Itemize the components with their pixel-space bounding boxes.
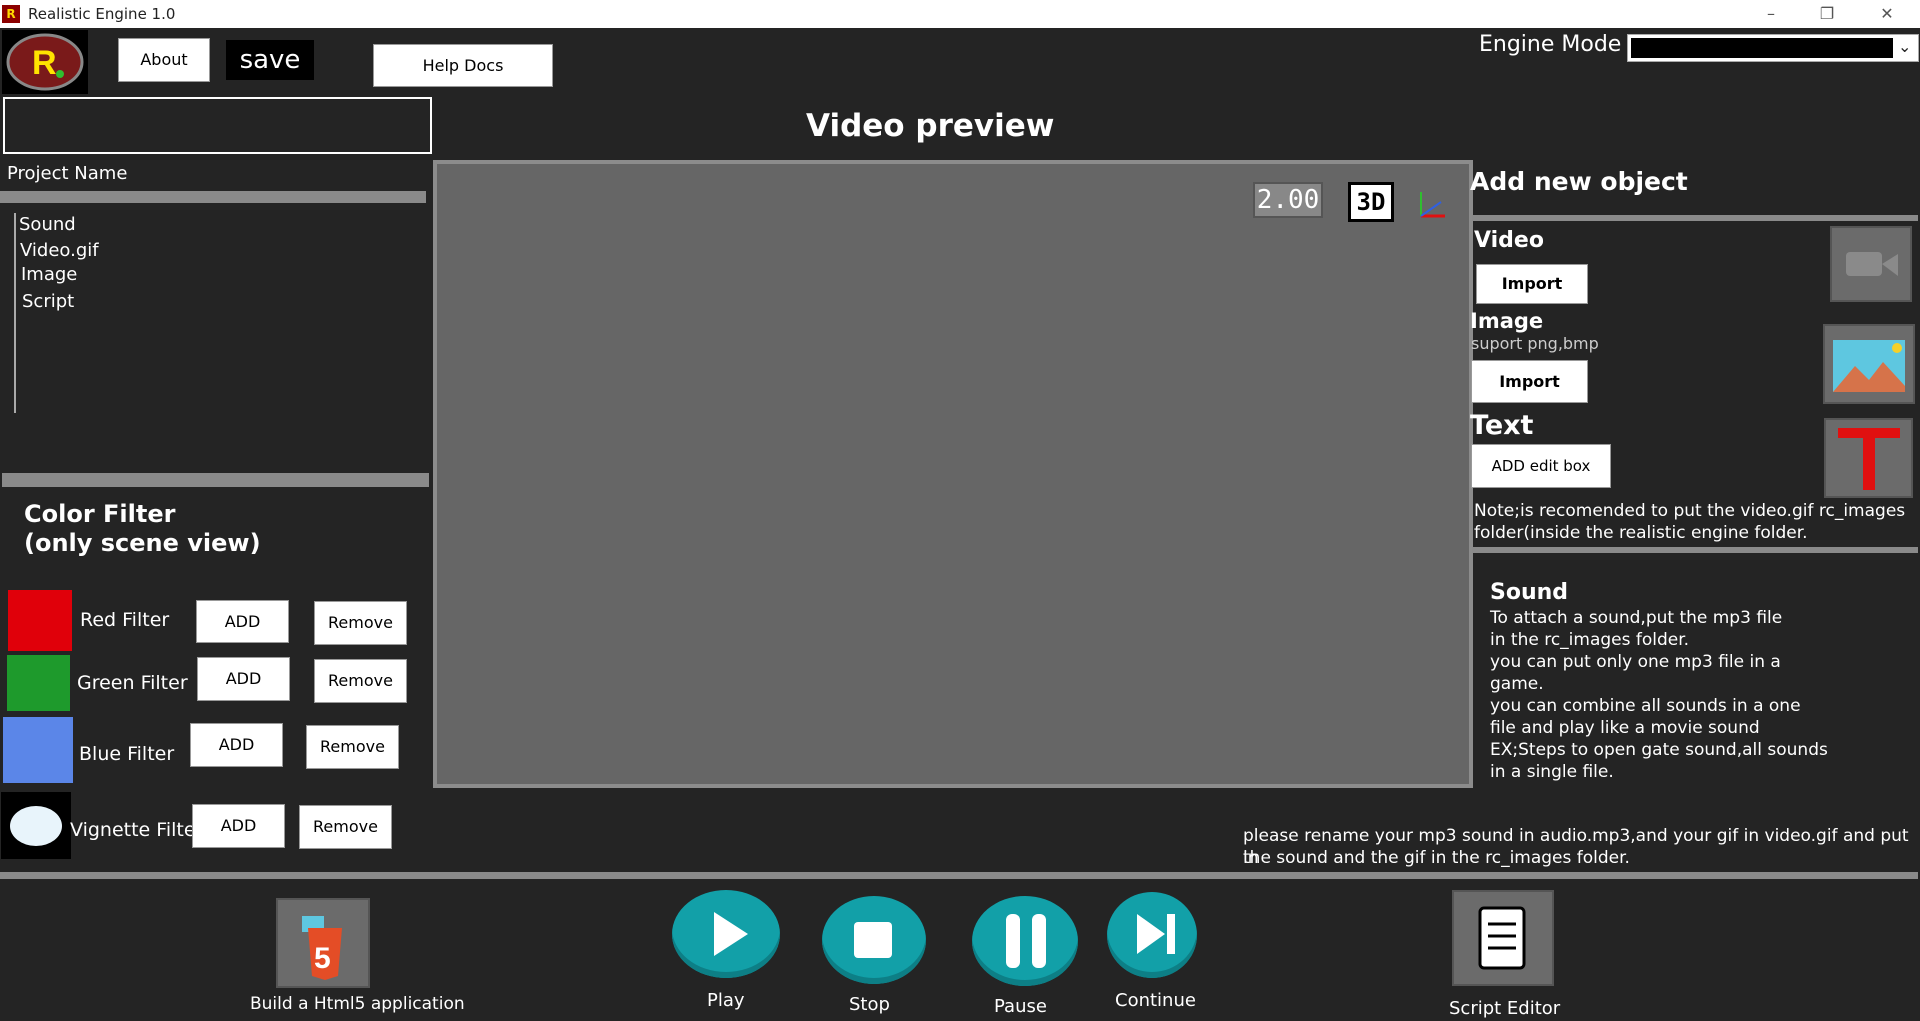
add-object-title: Add new object <box>1470 167 1688 196</box>
color-filter-title: Color Filter <box>24 500 176 528</box>
green-filter-label: Green Filter <box>77 672 188 694</box>
blue-filter-remove-button[interactable]: Remove <box>306 725 399 769</box>
build-html5-label: Build a Html5 application <box>250 994 465 1014</box>
html5-build-icon[interactable]: 5 <box>276 898 370 988</box>
green-filter-remove-button[interactable]: Remove <box>314 659 407 703</box>
divider <box>0 872 1918 879</box>
engine-mode-select[interactable]: ⌄ <box>1627 34 1919 62</box>
rename-note-line2: the sound and the gif in the rc_images f… <box>1243 848 1630 868</box>
restore-icon[interactable]: ❐ <box>1800 0 1854 28</box>
text-label: Text <box>1470 410 1534 441</box>
script-editor-label: Script Editor <box>1449 998 1561 1019</box>
color-filter-subtitle: (only scene view) <box>24 529 261 557</box>
sound-help-line: you can combine all sounds in a one <box>1490 696 1801 716</box>
project-item-video[interactable]: Video.gif <box>20 240 99 261</box>
image-label: Image <box>1470 309 1544 333</box>
sound-help-line: EX;Steps to open gate sound,all sounds <box>1490 740 1828 760</box>
mode-3d-toggle[interactable]: 3D <box>1348 182 1394 222</box>
video-label: Video <box>1474 228 1544 253</box>
blue-filter-label: Blue Filter <box>79 743 175 765</box>
pause-button[interactable] <box>972 896 1078 986</box>
minimize-icon[interactable]: – <box>1744 0 1798 28</box>
sound-help-line: in a single file. <box>1490 762 1614 782</box>
image-import-button[interactable]: Import <box>1471 360 1588 403</box>
tree-line <box>14 213 16 413</box>
chevron-down-icon: ⌄ <box>1898 37 1912 56</box>
html5-glyph: 5 <box>314 942 331 975</box>
add-edit-box-button[interactable]: ADD edit box <box>1471 444 1611 488</box>
vignette-oval <box>10 806 62 846</box>
vignette-filter-swatch <box>1 792 71 859</box>
project-item-sound[interactable]: Sound <box>19 214 76 235</box>
vignette-filter-remove-button[interactable]: Remove <box>299 805 392 849</box>
logo-letter: R <box>32 44 57 82</box>
import-note-line1: Note;is recomended to put the video.gif … <box>1474 501 1906 521</box>
red-filter-remove-button[interactable]: Remove <box>314 601 407 645</box>
engine-mode-label: Engine Mode <box>1479 32 1622 57</box>
zoom-badge[interactable]: 2.00 <box>1253 182 1323 218</box>
sound-help-line: file and play like a movie sound <box>1490 718 1760 738</box>
project-name-input[interactable] <box>3 97 432 154</box>
divider <box>1472 215 1918 221</box>
red-filter-add-button[interactable]: ADD <box>196 600 289 643</box>
vignette-filter-label: Vignette Filter <box>70 819 204 841</box>
camera-icon <box>1830 226 1912 302</box>
save-button[interactable]: save <box>226 40 314 80</box>
stop-label: Stop <box>849 994 890 1015</box>
image-icon <box>1823 324 1915 404</box>
sound-help-line: game. <box>1490 674 1544 694</box>
blue-filter-swatch <box>3 717 73 783</box>
play-button[interactable] <box>672 890 780 978</box>
sound-help-line: To attach a sound,put the mp3 file <box>1490 608 1783 628</box>
red-filter-label: Red Filter <box>80 609 170 631</box>
divider <box>1472 547 1918 553</box>
divider <box>0 191 426 203</box>
script-editor-icon[interactable] <box>1452 890 1554 986</box>
preview-title: Video preview <box>806 108 1055 144</box>
sound-title: Sound <box>1490 580 1569 605</box>
project-name-label: Project Name <box>7 163 128 184</box>
video-preview-canvas[interactable]: 2.00 3D <box>433 160 1473 788</box>
red-filter-swatch <box>8 590 72 651</box>
green-filter-swatch <box>7 655 70 711</box>
window-title: Realistic Engine 1.0 <box>28 5 176 23</box>
continue-button[interactable] <box>1107 892 1197 978</box>
video-import-button[interactable]: Import <box>1476 264 1588 304</box>
divider <box>2 473 429 487</box>
play-label: Play <box>707 990 745 1011</box>
project-item-script[interactable]: Script <box>22 291 74 312</box>
project-item-image[interactable]: Image <box>21 264 77 285</box>
window-titlebar: R Realistic Engine 1.0 – ❐ ✕ <box>0 0 1920 28</box>
text-t-icon <box>1824 418 1913 498</box>
image-support-text: suport png,bmp <box>1471 334 1599 353</box>
help-docs-button[interactable]: Help Docs <box>373 44 553 87</box>
sound-help-line: you can put only one mp3 file in a <box>1490 652 1781 672</box>
close-icon[interactable]: ✕ <box>1860 0 1914 28</box>
about-button[interactable]: About <box>118 38 210 82</box>
engine-logo: R <box>2 30 88 94</box>
engine-mode-value <box>1631 38 1893 58</box>
sound-help-line: in the rc_images folder. <box>1490 630 1690 650</box>
import-note-line2: folder(inside the realistic engine folde… <box>1474 523 1808 543</box>
blue-filter-add-button[interactable]: ADD <box>190 723 283 767</box>
vignette-filter-add-button[interactable]: ADD <box>192 804 285 848</box>
green-filter-add-button[interactable]: ADD <box>197 657 290 701</box>
pause-label: Pause <box>994 996 1047 1017</box>
continue-label: Continue <box>1115 990 1196 1011</box>
stop-button[interactable] <box>822 896 926 984</box>
axis-gizmo-icon[interactable] <box>1415 186 1447 222</box>
app-logo-icon: R <box>2 5 20 23</box>
